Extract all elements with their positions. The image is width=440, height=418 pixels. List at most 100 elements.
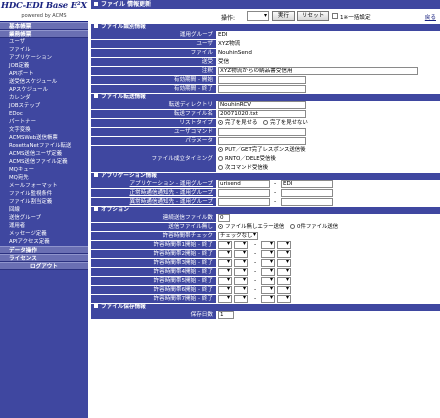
sidebar-item[interactable]: メッセージ定義 bbox=[0, 230, 88, 238]
window-end-min-select[interactable] bbox=[277, 286, 291, 294]
sidebar-item[interactable]: パートナー bbox=[0, 118, 88, 126]
window-end-min-select[interactable] bbox=[277, 259, 291, 267]
window-end-hour-select[interactable] bbox=[261, 295, 275, 303]
retention-days-input[interactable]: 1 bbox=[218, 311, 234, 319]
window-start-min-select[interactable] bbox=[234, 259, 248, 267]
square-bullet-icon bbox=[94, 24, 98, 28]
app-name-input[interactable]: urisend bbox=[218, 180, 270, 188]
bulk-setting-label: 1※一括設定 bbox=[340, 15, 371, 21]
sidebar-item[interactable]: ファイル監視条件 bbox=[0, 190, 88, 198]
sidebar-item[interactable]: EDoc bbox=[0, 110, 88, 118]
notify-error-group-input[interactable] bbox=[281, 198, 333, 206]
notify-success-group-input[interactable] bbox=[281, 189, 333, 197]
sidebar-item[interactable]: アプリケーション bbox=[0, 54, 88, 62]
sidebar-item[interactable]: ファイル bbox=[0, 46, 88, 54]
window-end-min-select[interactable] bbox=[277, 277, 291, 285]
sidebar-group-business[interactable]: 業務帳票 bbox=[0, 30, 88, 38]
sidebar-item[interactable]: APスケジュール bbox=[0, 86, 88, 94]
list-type-hide-radio[interactable] bbox=[263, 120, 269, 125]
bulk-setting-checkbox[interactable] bbox=[332, 13, 338, 19]
window-end-hour-select[interactable] bbox=[261, 250, 275, 258]
sidebar-item[interactable]: MQ宛先 bbox=[0, 174, 88, 182]
row-transfer-dir: 転送ディレクトリ NouhinRCV bbox=[91, 101, 440, 110]
window-start-min-select[interactable] bbox=[234, 241, 248, 249]
section-retention: ファイル保存情報 bbox=[91, 304, 440, 311]
window-start-min-select[interactable] bbox=[234, 286, 248, 294]
sidebar-group-basic[interactable]: 基本帳票 bbox=[0, 22, 88, 30]
sidebar-item[interactable]: ファイル割当定義 bbox=[0, 198, 88, 206]
sidebar-item[interactable]: JOBステップ bbox=[0, 102, 88, 110]
sidebar-item[interactable]: APIアクセス定義 bbox=[0, 238, 88, 246]
sidebar-item[interactable]: 運用者 bbox=[0, 222, 88, 230]
window-start-hour-select[interactable] bbox=[218, 250, 232, 258]
sidebar-group-data-ops[interactable]: データ操作 bbox=[0, 246, 88, 254]
valid-from-input[interactable] bbox=[218, 76, 306, 84]
app-group-link[interactable]: アプリケーション - 運用グループ bbox=[130, 181, 213, 187]
row-notify-success: 正常時通信通知先 - 運用グループ - bbox=[91, 189, 440, 198]
no-file-error-radio[interactable] bbox=[218, 224, 223, 229]
sidebar-item[interactable]: ACMS送信ユーザ定義 bbox=[0, 150, 88, 158]
window-start-hour-select[interactable] bbox=[218, 295, 232, 303]
sidebar-item[interactable]: RosettaNetファイル転送 bbox=[0, 142, 88, 150]
window-end-min-select[interactable] bbox=[277, 295, 291, 303]
param-input[interactable] bbox=[218, 137, 306, 145]
sidebar-item[interactable]: MQキュー bbox=[0, 166, 88, 174]
window-start-min-select[interactable] bbox=[234, 295, 248, 303]
user-cmd-input[interactable] bbox=[218, 128, 306, 136]
notify-success-link[interactable]: 正常時通信通知先 - 運用グループ bbox=[129, 190, 213, 196]
window-start-hour-select[interactable] bbox=[218, 286, 232, 294]
sidebar-group-license[interactable]: ライセンス bbox=[0, 254, 88, 262]
notify-success-input[interactable] bbox=[218, 189, 270, 197]
transfer-dir-input[interactable]: NouhinRCV bbox=[218, 101, 306, 109]
timing-rnto-radio[interactable] bbox=[218, 156, 223, 161]
field-label: 許容時間帯3開始 - 終了 bbox=[91, 259, 216, 267]
sidebar-item[interactable]: APIポート bbox=[0, 70, 88, 78]
list-type-show-radio[interactable] bbox=[218, 120, 223, 125]
window-end-hour-select[interactable] bbox=[261, 277, 275, 285]
sidebar-item[interactable]: ACMSWeb送信帳票 bbox=[0, 134, 88, 142]
window-start-min-select[interactable] bbox=[234, 250, 248, 258]
operation-select[interactable] bbox=[247, 11, 269, 21]
window-start-hour-select[interactable] bbox=[218, 268, 232, 276]
window-end-min-select[interactable] bbox=[277, 250, 291, 258]
logout-button[interactable]: ログアウト bbox=[0, 262, 88, 270]
notify-error-input[interactable] bbox=[218, 198, 270, 206]
sidebar-item[interactable]: 文字変換 bbox=[0, 126, 88, 134]
time-check-select[interactable]: チェックなし bbox=[218, 232, 258, 240]
app-group-input[interactable]: EDI bbox=[281, 180, 333, 188]
sidebar-item[interactable]: カレンダ bbox=[0, 94, 88, 102]
window-end-min-select[interactable] bbox=[277, 268, 291, 276]
sidebar-item[interactable]: 回線 bbox=[0, 206, 88, 214]
transfer-name-input[interactable]: 20071020.txt bbox=[218, 110, 306, 118]
window-start-hour-select[interactable] bbox=[218, 241, 232, 249]
valid-to-input[interactable] bbox=[218, 85, 306, 93]
window-start-hour-select[interactable] bbox=[218, 277, 232, 285]
no-file-zero-radio[interactable] bbox=[290, 224, 296, 229]
sidebar-item[interactable]: 送信グループ bbox=[0, 214, 88, 222]
window-start-hour-select[interactable] bbox=[218, 259, 232, 267]
timing-put-get-radio[interactable] bbox=[218, 147, 223, 152]
continuous-count-input[interactable]: 0 bbox=[218, 214, 230, 222]
timing-next-cmd-radio[interactable] bbox=[218, 165, 223, 170]
reset-button[interactable]: リセット bbox=[297, 11, 329, 21]
row-notify-error: 異常時通信通知先 - 運用グループ - bbox=[91, 198, 440, 207]
file-value: NouhinSend bbox=[218, 50, 252, 56]
sidebar-item[interactable]: ACMS送信ファイル定義 bbox=[0, 158, 88, 166]
window-end-hour-select[interactable] bbox=[261, 286, 275, 294]
sidebar-item[interactable]: JOB定義 bbox=[0, 62, 88, 70]
window-end-hour-select[interactable] bbox=[261, 241, 275, 249]
note-input[interactable]: XYZ物流からの納品書受信用 bbox=[218, 67, 418, 75]
sidebar-item[interactable]: メールフォーマット bbox=[0, 182, 88, 190]
execute-button[interactable]: 実行 bbox=[272, 11, 295, 21]
back-link[interactable]: 戻る bbox=[425, 13, 436, 21]
window-end-min-select[interactable] bbox=[277, 241, 291, 249]
window-start-min-select[interactable] bbox=[234, 268, 248, 276]
window-start-min-select[interactable] bbox=[234, 277, 248, 285]
window-end-hour-select[interactable] bbox=[261, 268, 275, 276]
notify-error-link[interactable]: 異常時通信通知先 - 運用グループ bbox=[129, 199, 213, 205]
page-title-bar: ファイル 情報更新 bbox=[91, 0, 440, 9]
sidebar-item[interactable]: 送受信スケジュール bbox=[0, 78, 88, 86]
separator-dash: - bbox=[254, 241, 257, 248]
sidebar-item[interactable]: ユーザ bbox=[0, 38, 88, 46]
window-end-hour-select[interactable] bbox=[261, 259, 275, 267]
